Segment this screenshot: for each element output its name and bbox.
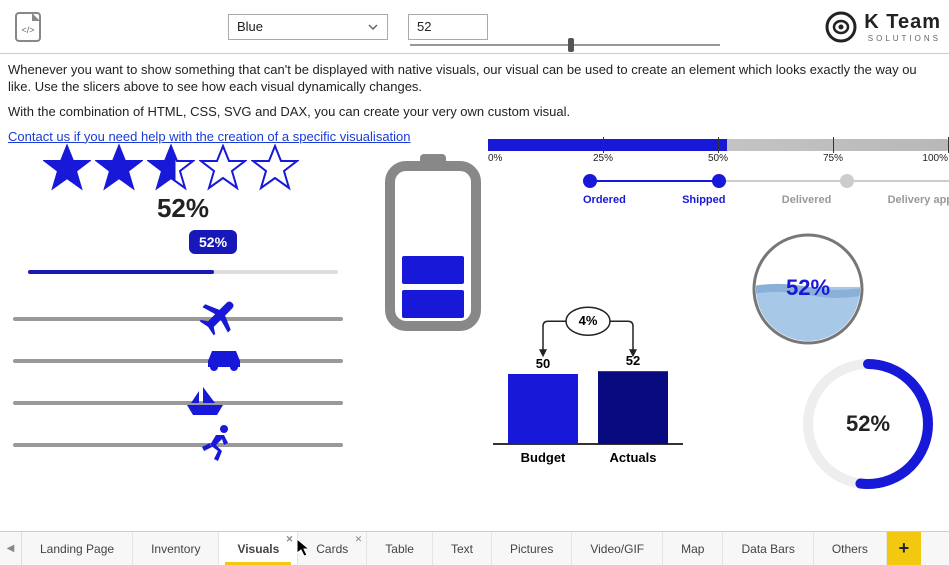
color-dropdown[interactable]: Blue	[228, 14, 388, 40]
tab-table[interactable]: Table	[367, 532, 433, 565]
bar-value: 50	[536, 356, 550, 371]
liquid-fill-visual: 52%	[748, 229, 868, 349]
tab-video-gif[interactable]: Video/GIF	[572, 532, 663, 565]
liquid-label: 52%	[786, 275, 830, 300]
bar-budget	[508, 374, 578, 444]
progress-tick: 50%	[708, 153, 728, 164]
star-icon	[95, 144, 143, 195]
bar-chart-visual: 50Budget52Actuals4%	[483, 224, 693, 474]
icon-slider-runner	[13, 425, 343, 461]
chevron-down-icon	[367, 21, 379, 33]
svg-text:</>: </>	[21, 25, 34, 35]
icon-slider-car	[13, 341, 343, 377]
boat-icon	[185, 381, 225, 421]
page-tab-bar: ◀ Landing Page Inventory Visuals ✕ Cards ✕ Tab…	[0, 531, 949, 565]
tab-inventory[interactable]: Inventory	[133, 532, 219, 565]
icon-slider-plane	[13, 299, 343, 335]
plane-icon	[198, 297, 238, 337]
tab-pictures[interactable]: Pictures	[492, 532, 572, 565]
star-icon	[251, 144, 299, 195]
star-pct-label: 52%	[43, 193, 323, 224]
tab-cards[interactable]: Cards ✕	[298, 532, 367, 565]
progress-tick: 75%	[823, 153, 843, 164]
runner-icon	[198, 423, 238, 463]
steps-visual: Ordered Shipped Delivered Delivery approved	[583, 174, 949, 206]
step-dot	[840, 174, 854, 188]
tab-others[interactable]: Others	[814, 532, 887, 565]
tab-label: Visuals	[237, 542, 279, 556]
contact-link[interactable]: Contact us if you need help with the cre…	[8, 129, 411, 144]
step-label: Delivered	[782, 194, 832, 206]
tab-nav-prev[interactable]: ◀	[0, 532, 22, 565]
tab-label: Others	[832, 542, 868, 556]
close-icon[interactable]: ✕	[286, 534, 294, 545]
tab-landing-page[interactable]: Landing Page	[22, 532, 133, 565]
intro-paragraph-1: Whenever you want to show something that…	[8, 62, 941, 96]
brand-text: K Team	[864, 11, 941, 33]
progress-tick: 100%	[922, 153, 948, 164]
value-input[interactable]: 52	[408, 14, 488, 40]
color-dropdown-value: Blue	[237, 19, 263, 34]
header-slider[interactable]	[410, 38, 720, 52]
step-dot	[712, 174, 726, 188]
slider-tooltip: 52%	[189, 230, 237, 254]
star-rating-visual: 52%	[43, 144, 323, 224]
bar-category: Actuals	[610, 450, 657, 465]
tab-visuals[interactable]: Visuals ✕	[219, 532, 298, 565]
value-input-text: 52	[417, 19, 431, 34]
car-icon	[204, 339, 244, 379]
step-label: Shipped	[682, 194, 725, 206]
tab-label: Map	[681, 542, 704, 556]
star-icon	[199, 144, 247, 195]
bar-category: Budget	[521, 450, 566, 465]
step-label: Delivery approved	[888, 194, 949, 206]
tab-label: Cards	[316, 542, 348, 556]
brand-logo: K Team SOLUTIONS	[824, 10, 941, 44]
brand-swirl-icon	[824, 10, 858, 44]
icon-sliders-visual	[13, 299, 343, 467]
close-icon[interactable]: ✕	[355, 534, 363, 545]
tab-label: Text	[451, 542, 473, 556]
delta-label: 4%	[579, 313, 598, 328]
tab-label: Video/GIF	[590, 542, 644, 556]
star-icon	[43, 144, 91, 195]
brand-subtext: SOLUTIONS	[864, 34, 941, 43]
tab-label: Landing Page	[40, 542, 114, 556]
step-dot	[583, 174, 597, 188]
app-logo-icon: </>	[8, 7, 48, 47]
tab-label: Pictures	[510, 542, 553, 556]
step-label: Ordered	[583, 194, 626, 206]
star-icon	[147, 144, 195, 195]
add-tab-button[interactable]: +	[887, 532, 921, 565]
tab-label: Data Bars	[741, 542, 794, 556]
bar-actuals	[598, 371, 668, 444]
icon-slider-boat	[13, 383, 343, 419]
battery-visual	[378, 154, 488, 334]
tab-label: Inventory	[151, 542, 200, 556]
progress-bar-visual: 0% 25% 50% 75% 100%	[488, 139, 948, 167]
circular-label: 52%	[798, 354, 938, 494]
progress-tick: 25%	[593, 153, 613, 164]
tab-text[interactable]: Text	[433, 532, 492, 565]
intro-paragraph-2: With the combination of HTML, CSS, SVG a…	[8, 104, 941, 121]
progress-tick: 0%	[488, 153, 502, 164]
tab-label: Table	[385, 542, 414, 556]
circular-progress-visual: 52%	[798, 354, 938, 494]
tab-data-bars[interactable]: Data Bars	[723, 532, 813, 565]
tab-map[interactable]: Map	[663, 532, 723, 565]
